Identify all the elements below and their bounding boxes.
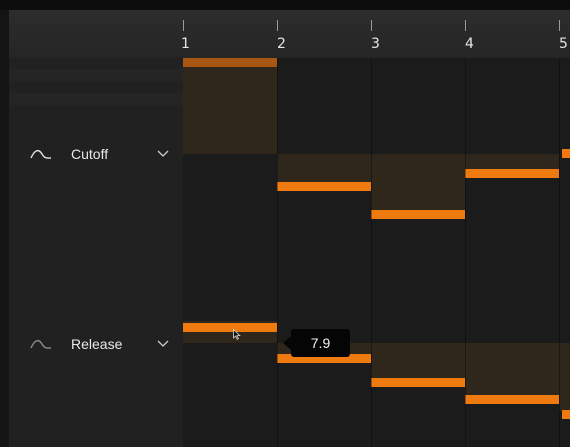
release-step-3[interactable] (371, 343, 465, 379)
chevron-down-icon[interactable] (157, 148, 169, 158)
ruler-tick (465, 20, 466, 31)
ruler-tick (371, 20, 372, 31)
cutoff-step-1[interactable] (183, 58, 277, 154)
cutoff-step-3[interactable] (371, 154, 465, 212)
release-step-1-value[interactable] (183, 323, 277, 332)
step-number-5: 5 (559, 36, 568, 52)
release-step-5[interactable] (559, 343, 570, 411)
lane-label-cutoff: Cutoff (71, 146, 109, 162)
ruler-tick (277, 20, 278, 31)
release-step-4[interactable] (465, 343, 559, 395)
curve-icon (30, 339, 52, 349)
step-divider (559, 58, 560, 447)
top-strip (0, 0, 570, 10)
cutoff-step-2-value[interactable] (277, 182, 371, 191)
ruler-tick (183, 20, 184, 31)
automation-editor: 1 2 3 4 5 Cutoff Release 7.9 (0, 0, 570, 447)
chevron-down-icon[interactable] (157, 338, 169, 348)
step-ruler[interactable]: 1 2 3 4 5 (9, 10, 570, 59)
step-divider (277, 58, 278, 447)
value-tooltip: 7.9 (291, 329, 350, 357)
step-divider (371, 58, 372, 447)
release-step-3-value[interactable] (371, 378, 465, 387)
lane-band (9, 93, 183, 105)
lane-release[interactable]: Release (9, 333, 183, 357)
cutoff-step-2[interactable] (277, 154, 371, 184)
left-edge (0, 10, 9, 447)
cutoff-step-5-value[interactable] (562, 149, 570, 158)
lane-label-release: Release (71, 336, 123, 352)
release-step-4-value[interactable] (465, 395, 559, 404)
release-step-5-value[interactable] (562, 410, 570, 419)
cutoff-step-3-value[interactable] (371, 210, 465, 219)
step-number-3: 3 (371, 36, 380, 52)
lane-cutoff[interactable]: Cutoff (9, 143, 183, 167)
step-grid[interactable] (183, 58, 570, 447)
lane-band (9, 69, 183, 81)
mouse-cursor-icon (233, 329, 241, 340)
cutoff-step-4[interactable] (465, 154, 559, 170)
step-number-2: 2 (277, 36, 286, 52)
cutoff-step-4-value[interactable] (465, 169, 559, 178)
lane-header-panel: Cutoff Release (9, 58, 183, 447)
curve-icon (30, 149, 52, 159)
ruler-tick (559, 20, 560, 31)
step-divider (465, 58, 466, 447)
step-number-4: 4 (465, 36, 474, 52)
tooltip-arrow (283, 336, 291, 350)
cutoff-step-1-value[interactable] (183, 58, 277, 67)
step-number-1: 1 (181, 36, 190, 52)
